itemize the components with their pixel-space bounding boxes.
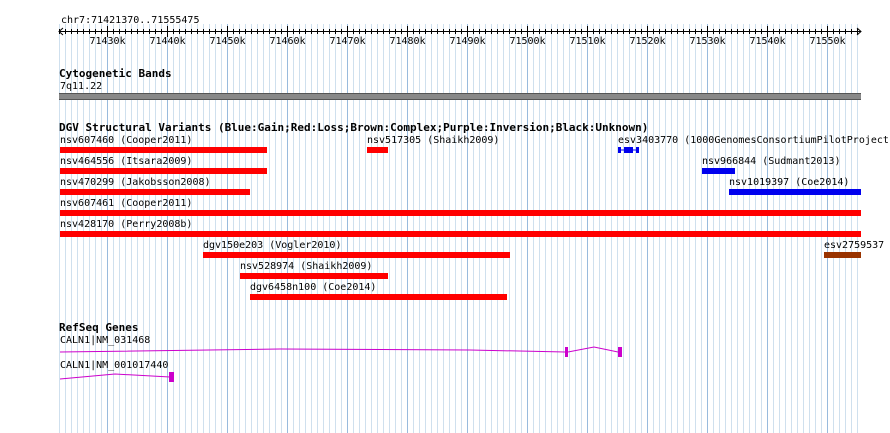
feature-label[interactable]: nsv464556 (Itsara2009): [60, 156, 192, 167]
feature-label[interactable]: dgv150e203 (Vogler2010): [203, 240, 341, 251]
refseq-track-title: RefSeq Genes: [59, 321, 139, 334]
ruler-tick-label: 71480k: [389, 36, 425, 47]
ruler-tick-label: 71530k: [689, 36, 725, 47]
feature-label[interactable]: nsv470299 (Jakobsson2008): [60, 177, 211, 188]
loss-variant-bar[interactable]: [60, 168, 267, 174]
cytoband-track-title: Cytogenetic Bands: [59, 67, 172, 80]
loss-variant-bar[interactable]: [60, 231, 861, 237]
feature-label[interactable]: esv3403770 (1000GenomesConsortiumPilotPr…: [618, 135, 890, 146]
ruler-tick-label: 71470k: [329, 36, 365, 47]
ruler-tick-label: 71440k: [149, 36, 185, 47]
feature-label[interactable]: nsv528974 (Shaikh2009): [240, 261, 372, 272]
ruler-tick-label: 71550k: [809, 36, 845, 47]
loss-variant-bar[interactable]: [60, 189, 250, 195]
loss-variant-bar[interactable]: [203, 252, 510, 258]
cytoband-bar[interactable]: [59, 93, 861, 100]
feature-label[interactable]: nsv966844 (Sudmant2013): [702, 156, 840, 167]
ruler-tick-label: 71510k: [569, 36, 605, 47]
gene-model[interactable]: [0, 344, 890, 360]
loss-variant-bar[interactable]: [250, 294, 507, 300]
feature-label[interactable]: nsv1019397 (Coe2014): [729, 177, 849, 188]
dgv-track-title: DGV Structural Variants (Blue:Gain;Red:L…: [59, 121, 649, 134]
gain-variant-bar[interactable]: [729, 189, 861, 195]
ruler-tick-label: 71490k: [449, 36, 485, 47]
ruler-tick-label: 71430k: [89, 36, 125, 47]
ruler-tick-label: 71540k: [749, 36, 785, 47]
feature-label[interactable]: nsv607461 (Cooper2011): [60, 198, 192, 209]
ruler-tick-label: 71500k: [509, 36, 545, 47]
feature-label[interactable]: esv2759537: [824, 240, 884, 251]
loss-variant-bar[interactable]: [60, 147, 267, 153]
feature-label[interactable]: nsv517305 (Shaikh2009): [367, 135, 499, 146]
genome-browser-canvas: chr7:71421370..71555475 71430k 71440k 7145…: [0, 0, 890, 433]
ruler[interactable]: 71430k 71440k 71450k 71460k 71470k 71480k 7149…: [0, 24, 890, 54]
feature-label[interactable]: nsv428170 (Perry2008b): [60, 219, 192, 230]
gain-variant-glyph[interactable]: [617, 145, 641, 155]
feature-label[interactable]: nsv607460 (Cooper2011): [60, 135, 192, 146]
complex-variant-bar[interactable]: [824, 252, 861, 258]
ruler-tick-label: 71460k: [269, 36, 305, 47]
ruler-tick-label: 71450k: [209, 36, 245, 47]
cytoband-label: 7q11.22: [60, 81, 103, 92]
loss-variant-bar[interactable]: [60, 210, 861, 216]
loss-variant-bar[interactable]: [240, 273, 388, 279]
feature-label[interactable]: dgv6458n100 (Coe2014): [250, 282, 376, 293]
gene-model[interactable]: [0, 369, 200, 385]
gain-variant-bar[interactable]: [702, 168, 735, 174]
ruler-tick-label: 71520k: [629, 36, 665, 47]
loss-variant-bar[interactable]: [367, 147, 388, 153]
